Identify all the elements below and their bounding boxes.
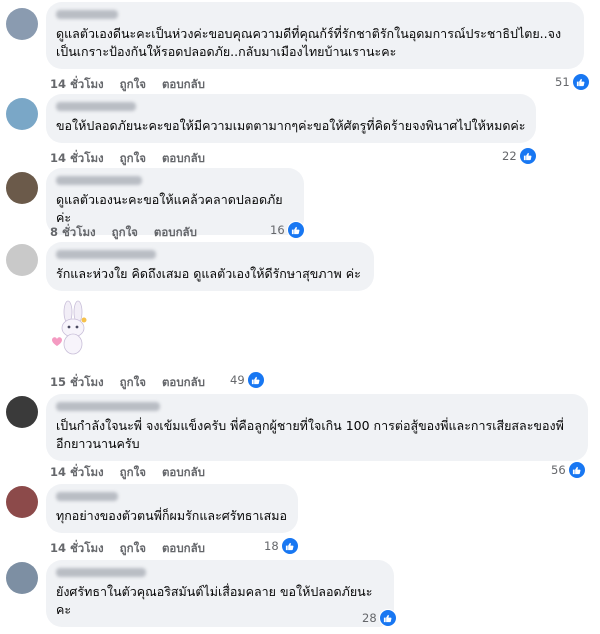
comment-bubble: ขอให้ปลอดภัยนะคะขอให้มีความเมตตามากๆค่ะข… <box>46 94 536 143</box>
reply-link[interactable]: ตอบกลับ <box>162 76 205 94</box>
avatar[interactable] <box>6 562 38 594</box>
like-link[interactable]: ถูกใจ <box>120 540 146 558</box>
comment-time[interactable]: 14 ชั่วโมง <box>50 150 104 168</box>
comment-text: ดูแลตัวเองนะคะขอให้แคล้วคลาดปลอดภัยค่ะ <box>56 192 283 225</box>
avatar[interactable] <box>6 8 38 40</box>
reaction-count[interactable]: 28 <box>362 609 397 627</box>
comment-text: ทุกอย่างของตัวตนพี่ก็ผมรักและศรัทธาเสมอ <box>56 508 287 523</box>
comment-text: ดูแลตัวเองดีนะคะเป็นห่วงค่ะขอบคุณความดีท… <box>56 26 562 59</box>
reaction-number: 49 <box>230 373 245 387</box>
reply-link[interactable]: ตอบกลับ <box>162 374 205 392</box>
commenter-name[interactable] <box>56 492 118 501</box>
thumbs-up-icon <box>378 609 397 627</box>
reaction-number: 16 <box>270 223 285 237</box>
avatar[interactable] <box>6 396 38 428</box>
avatar[interactable] <box>6 98 38 130</box>
comment-text: ยังศรัทธาในตัวคุณอริสมันต์ไม่เสื่อมคลาย … <box>56 584 373 617</box>
thumbs-up-icon <box>518 147 537 165</box>
thumbs-up-icon <box>567 461 586 479</box>
avatar[interactable] <box>6 486 38 518</box>
comment-text: รักและห่วงใย คิดถึงเสมอ ดูแลตัวเองให้ดีร… <box>56 266 361 281</box>
comment-time[interactable]: 14 ชั่วโมง <box>50 464 104 482</box>
commenter-name[interactable] <box>56 10 118 19</box>
thumbs-up-icon <box>286 221 305 239</box>
like-link[interactable]: ถูกใจ <box>120 150 146 168</box>
thumbs-up-icon <box>280 537 299 555</box>
reply-link[interactable]: ตอบกลับ <box>162 150 205 168</box>
thumbs-up-icon <box>571 73 590 91</box>
comment-time[interactable]: 8 ชั่วโมง <box>50 224 96 242</box>
reaction-count[interactable]: 51 <box>555 73 590 91</box>
reply-link[interactable]: ตอบกลับ <box>162 464 205 482</box>
reaction-number: 18 <box>264 539 279 553</box>
reaction-count[interactable]: 16 <box>270 221 305 239</box>
commenter-name[interactable] <box>56 402 160 411</box>
comment-text: ขอให้ปลอดภัยนะคะขอให้มีความเมตตามากๆค่ะข… <box>56 118 526 133</box>
comment-time[interactable]: 15 ชั่วโมง <box>50 374 104 392</box>
reaction-number: 28 <box>362 611 377 625</box>
comment-bubble: ยังศรัทธาในตัวคุณอริสมันต์ไม่เสื่อมคลาย … <box>46 560 394 627</box>
avatar[interactable] <box>6 172 38 204</box>
like-link[interactable]: ถูกใจ <box>120 464 146 482</box>
reaction-count[interactable]: 56 <box>551 461 586 479</box>
reply-link[interactable]: ตอบกลับ <box>154 224 197 242</box>
like-link[interactable]: ถูกใจ <box>120 76 146 94</box>
reaction-count[interactable]: 22 <box>502 147 537 165</box>
avatar[interactable] <box>6 244 38 276</box>
bunny-sticker-image[interactable] <box>44 300 100 360</box>
commenter-name[interactable] <box>56 250 156 259</box>
commenter-name[interactable] <box>56 568 146 577</box>
reaction-number: 56 <box>551 463 566 477</box>
comment-bubble: ทุกอย่างของตัวตนพี่ก็ผมรักและศรัทธาเสมอ <box>46 484 298 533</box>
reply-link[interactable]: ตอบกลับ <box>162 540 205 558</box>
comment-time[interactable]: 14 ชั่วโมง <box>50 76 104 94</box>
comment-bubble: รักและห่วงใย คิดถึงเสมอ ดูแลตัวเองให้ดีร… <box>46 242 374 291</box>
commenter-name[interactable] <box>56 176 142 185</box>
comment-bubble: ดูแลตัวเองดีนะคะเป็นห่วงค่ะขอบคุณความดีท… <box>46 2 584 69</box>
reaction-count[interactable]: 18 <box>264 537 299 555</box>
comment-time[interactable]: 14 ชั่วโมง <box>50 540 104 558</box>
comment-bubble: เป็นกำลังใจนะพี่ จงเข้มแข็งครับ พี่คือลู… <box>46 394 588 461</box>
like-link[interactable]: ถูกใจ <box>112 224 138 242</box>
commenter-name[interactable] <box>56 102 136 111</box>
reaction-number: 51 <box>555 75 570 89</box>
thumbs-up-icon <box>246 371 265 389</box>
like-link[interactable]: ถูกใจ <box>120 374 146 392</box>
reaction-count[interactable]: 49 <box>230 371 265 389</box>
comment-text: เป็นกำลังใจนะพี่ จงเข้มแข็งครับ พี่คือลู… <box>56 418 564 451</box>
reaction-number: 22 <box>502 149 517 163</box>
